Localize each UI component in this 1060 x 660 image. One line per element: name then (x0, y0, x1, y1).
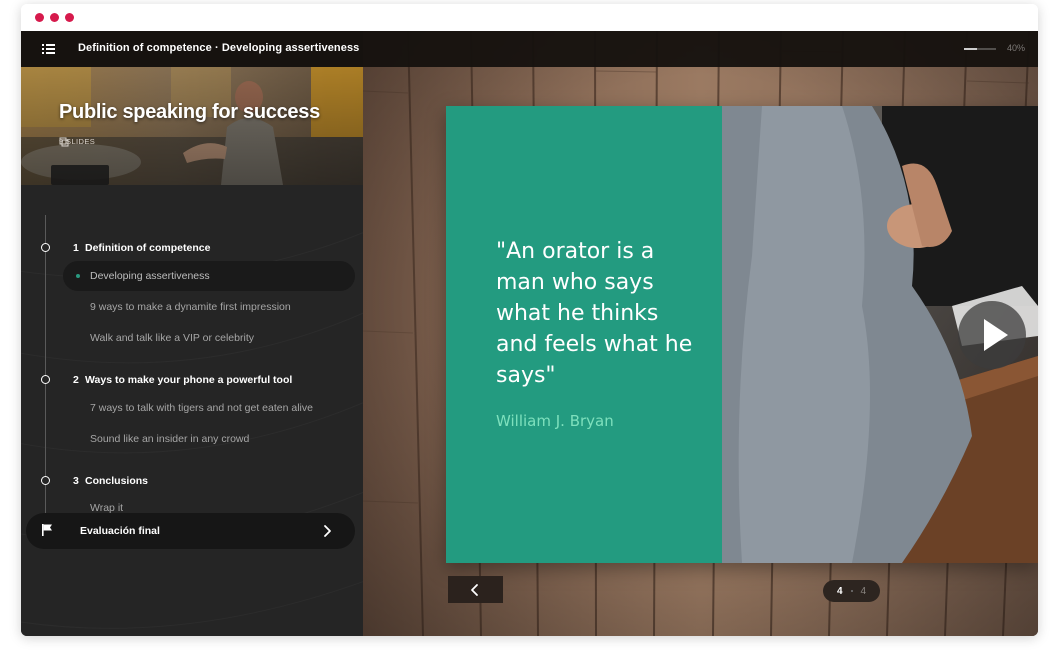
flag-icon (42, 524, 52, 536)
toc-lesson-vip[interactable]: Walk and talk like a VIP or celebrity (63, 323, 355, 353)
browser-window: Definition of competence · Developing as… (21, 4, 1038, 636)
section-node (41, 476, 50, 485)
slide-pager: 4 4 (823, 580, 880, 602)
top-bar: Definition of competence · Developing as… (21, 31, 1038, 67)
final-evaluation-button[interactable]: Evaluación final (26, 513, 355, 549)
section-number: 3 (73, 475, 79, 487)
active-lesson-indicator (76, 274, 80, 278)
toc-section-1[interactable]: 1 Definition of competence (21, 237, 363, 257)
section-title: Ways to make your phone a powerful tool (85, 374, 293, 386)
toc-lesson-developing-assertiveness[interactable]: Developing assertiveness (63, 261, 355, 291)
toc-section-3[interactable]: 3 Conclusions (21, 470, 363, 490)
course-title: Public speaking for success (59, 101, 320, 123)
quote-panel: "An orator is a man who says what he thi… (446, 106, 722, 563)
window-close-dot[interactable] (35, 13, 44, 22)
current-page: 4 (836, 585, 843, 597)
toc-lesson-insider[interactable]: Sound like an insider in any crowd (63, 424, 355, 454)
toc-lesson-tigers[interactable]: 7 ways to talk with tigers and not get e… (63, 393, 355, 423)
previous-slide-button[interactable] (448, 576, 503, 603)
quote-slide: "An orator is a man who says what he thi… (446, 106, 1038, 563)
chevron-left-icon (471, 584, 478, 596)
pager-separator (850, 590, 853, 592)
window-chrome (21, 4, 1038, 31)
video-thumbnail[interactable] (722, 106, 1038, 563)
total-pages: 4 (860, 585, 867, 597)
lesson-title: Developing assertiveness (90, 270, 210, 282)
slide-stage: "An orator is a man who says what he thi… (363, 31, 1038, 636)
section-node (41, 243, 50, 252)
lesson-title: Sound like an insider in any crowd (90, 433, 250, 445)
copy-icon (59, 137, 69, 147)
course-hero: Public speaking for success 9 SLIDES (21, 67, 363, 185)
lesson-title: 7 ways to talk with tigers and not get e… (90, 402, 313, 414)
lesson-title: Walk and talk like a VIP or celebrity (90, 332, 254, 344)
play-icon (984, 319, 1008, 351)
window-minimize-dot[interactable] (50, 13, 59, 22)
hero-photo (21, 67, 363, 185)
course-progress-fill (964, 48, 977, 50)
course-progress-bar (964, 48, 996, 50)
hamburger-menu-icon (42, 44, 55, 54)
slides-count: 9 SLIDES (59, 137, 95, 147)
section-title: Conclusions (85, 475, 149, 487)
quote-author: William J. Bryan (496, 412, 614, 430)
breadcrumb-title: Definition of competence · Developing as… (78, 42, 360, 54)
course-progress-label: 40% (1007, 43, 1026, 53)
toc-section-2[interactable]: 2 Ways to make your phone a powerful too… (21, 369, 363, 389)
lesson-title: 9 ways to make a dynamite first impressi… (90, 301, 291, 313)
section-node (41, 375, 50, 384)
course-player: Definition of competence · Developing as… (21, 31, 1038, 636)
window-maximize-dot[interactable] (65, 13, 74, 22)
menu-button[interactable] (37, 40, 59, 58)
toc-lesson-first-impression[interactable]: 9 ways to make a dynamite first impressi… (63, 292, 355, 322)
play-video-button[interactable] (958, 301, 1026, 369)
final-evaluation-label: Evaluación final (80, 525, 160, 537)
course-sidebar: Public speaking for success 9 SLIDES 1 D… (21, 67, 363, 636)
section-number: 2 (73, 374, 79, 386)
chevron-right-icon (324, 525, 331, 537)
section-title: Definition of competence (85, 242, 211, 254)
section-number: 1 (73, 242, 79, 254)
quote-text: "An orator is a man who says what he thi… (496, 239, 693, 388)
